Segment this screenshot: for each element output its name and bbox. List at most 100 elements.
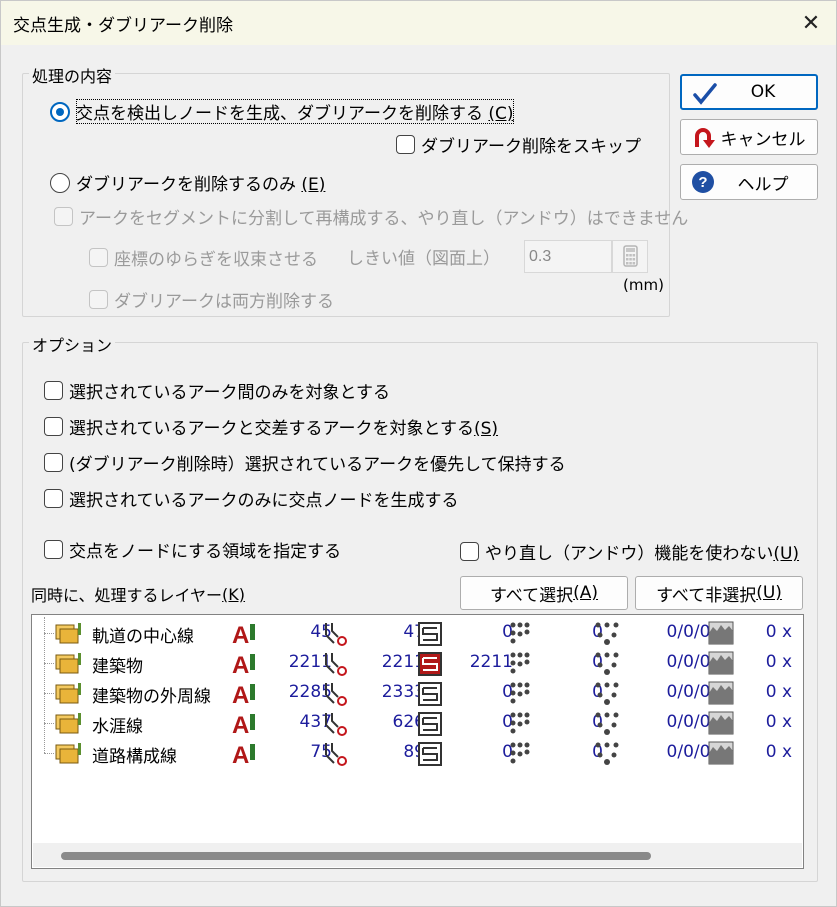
point-count-icon bbox=[510, 712, 530, 734]
checkbox-no-undo[interactable]: やり直し（アンドウ）機能を使わない(U) bbox=[460, 539, 799, 564]
checkbox-crossing-arcs[interactable]: 選択されているアークと交差するアークを対象とする(S) bbox=[44, 414, 498, 439]
scrollbar-thumb[interactable] bbox=[61, 852, 651, 860]
mesh-value: 0 x bbox=[765, 712, 792, 732]
unit-label: (mm) bbox=[623, 276, 664, 294]
checkbox-selected-only[interactable]: 選択されているアーク間のみを対象とする bbox=[44, 378, 390, 403]
polygon-count-icon bbox=[418, 682, 442, 706]
layers-label: 同時に、処理するレイヤー (K) bbox=[31, 584, 246, 606]
checkbox-skip-duplicate-delete[interactable]: ダブリアーク削除をスキップ bbox=[396, 132, 641, 157]
checkbox-selected-only-box[interactable] bbox=[44, 381, 63, 400]
checkbox-converge[interactable]: 座標のゆらぎを収束させる bbox=[89, 245, 318, 270]
checkbox-keep-selected-box[interactable] bbox=[44, 453, 63, 472]
mesh-icon bbox=[708, 741, 734, 765]
polygon-count: 0 bbox=[502, 742, 513, 762]
layer-folder-icon bbox=[55, 683, 81, 704]
checkbox-node-selected-only-box[interactable] bbox=[44, 489, 63, 508]
polygon-count-icon bbox=[418, 622, 442, 646]
cancel-button-label: キャンセル bbox=[720, 129, 806, 150]
node-count-icon bbox=[325, 623, 347, 646]
node-count-icon bbox=[325, 743, 347, 766]
radio-detect-and-delete[interactable]: 交点を検出しノードを生成、ダブリアークを削除する (C) bbox=[50, 99, 514, 124]
node-count: 2211 bbox=[381, 652, 425, 672]
layer-row[interactable]: 建築物の外周線 A 2285 2333 0 0 0/0/0/0 0 x bbox=[32, 678, 802, 708]
checkbox-both-delete-label: ダブリアークは両方削除する bbox=[114, 292, 334, 312]
radio-delete-only-label: ダブリアークを削除するのみ (E) bbox=[76, 175, 326, 195]
checkbox-both-delete[interactable]: ダブリアークは両方削除する bbox=[89, 287, 334, 312]
polygon-count-icon bbox=[418, 652, 442, 676]
ok-button-label: OK bbox=[750, 82, 776, 102]
checkbox-keep-selected[interactable]: (ダブリアーク削除時）選択されているアークを優先して保持する bbox=[44, 450, 566, 475]
svg-text:A: A bbox=[232, 682, 249, 707]
junction-icon bbox=[595, 682, 619, 705]
svg-text:A: A bbox=[232, 742, 249, 767]
checkbox-specify-region[interactable]: 交点をノードにする領域を指定する bbox=[44, 537, 341, 562]
title-bar: 交点生成・ダブリアーク削除 ✕ bbox=[1, 1, 836, 45]
polygon-count: 0 bbox=[502, 712, 513, 732]
checkbox-node-selected-only-label: 選択されているアークのみに交点ノードを生成する bbox=[69, 491, 459, 511]
checkbox-no-undo-box[interactable] bbox=[460, 542, 479, 561]
radio-detect-and-delete-label: 交点を検出しノードを生成、ダブリアークを削除する (C) bbox=[76, 99, 514, 124]
radio-detect-and-delete-indicator[interactable] bbox=[50, 101, 70, 122]
layer-row[interactable]: 建築物 A 2211 2211 2211 0 0/0/0/0 0 x bbox=[32, 648, 802, 678]
checkbox-segment-split[interactable]: アークをセグメントに分割して再構成する、やり直し（アンドウ）はできません bbox=[54, 204, 688, 229]
node-count-icon bbox=[325, 653, 347, 676]
node-count: 2333 bbox=[381, 682, 425, 702]
checkbox-node-selected-only[interactable]: 選択されているアークのみに交点ノードを生成する bbox=[44, 486, 458, 511]
checkbox-specify-region-label: 交点をノードにする領域を指定する bbox=[69, 542, 342, 562]
node-count-icon bbox=[325, 713, 347, 736]
layer-row[interactable]: 軌道の中心線 A 45 47 0 0 0/0/0/0 0 x bbox=[32, 618, 802, 648]
checkbox-keep-selected-label: (ダブリアーク削除時）選択されているアークを優先して保持する bbox=[69, 455, 566, 475]
junction-icon bbox=[595, 652, 619, 675]
close-button[interactable]: ✕ bbox=[786, 1, 836, 45]
point-count-icon bbox=[510, 742, 530, 764]
checkbox-crossing-arcs-box[interactable] bbox=[44, 417, 63, 436]
layer-folder-icon bbox=[55, 713, 81, 734]
calculator-icon bbox=[623, 245, 638, 267]
checkbox-segment-split-box[interactable] bbox=[54, 207, 73, 226]
checkbox-segment-split-label: アークをセグメントに分割して再構成する、やり直し（アンドウ）はできません bbox=[79, 209, 689, 229]
node-count: 47 bbox=[403, 622, 425, 642]
checkbox-specify-region-box[interactable] bbox=[44, 540, 63, 559]
checkbox-selected-only-label: 選択されているアーク間のみを対象とする bbox=[69, 383, 390, 403]
mesh-icon bbox=[708, 651, 734, 675]
mesh-value: 0 x bbox=[765, 682, 792, 702]
layer-name: 建築物の外周線 bbox=[92, 687, 211, 707]
polygon-count-icon bbox=[418, 742, 442, 766]
radio-delete-only-indicator[interactable] bbox=[50, 172, 70, 193]
svg-text:A: A bbox=[232, 652, 249, 677]
checkbox-crossing-arcs-label: 選択されているアークと交差するアークを対象とする(S) bbox=[69, 419, 499, 439]
arc-count-icon: A bbox=[232, 652, 255, 677]
arc-count-icon: A bbox=[232, 682, 255, 707]
arc-count-icon: A bbox=[232, 622, 255, 647]
select-all-button[interactable]: すべて選択 (A) bbox=[460, 576, 628, 610]
junction-icon bbox=[595, 712, 619, 735]
checkbox-both-delete-box[interactable] bbox=[89, 290, 108, 309]
radio-delete-only[interactable]: ダブリアークを削除するのみ (E) bbox=[50, 170, 325, 195]
cancel-button[interactable]: キャンセル bbox=[680, 119, 818, 155]
layer-folder-icon bbox=[55, 623, 81, 644]
layer-row[interactable]: 水涯線 A 437 626 0 0 0/0/0/0 0 x bbox=[32, 708, 802, 738]
help-button[interactable]: ? ヘルプ bbox=[680, 164, 818, 200]
deselect-all-button[interactable]: すべて非選択 (U) bbox=[635, 576, 803, 610]
layer-folder-icon bbox=[55, 653, 81, 674]
ok-button[interactable]: OK bbox=[680, 74, 818, 110]
checkbox-skip-duplicate-delete-box[interactable] bbox=[396, 135, 415, 154]
node-count: 89 bbox=[403, 742, 425, 762]
polygon-count: 2211 bbox=[469, 652, 513, 672]
processing-group-legend: 処理の内容 bbox=[29, 63, 116, 87]
checkbox-converge-box[interactable] bbox=[89, 248, 108, 267]
layer-row[interactable]: 道路構成線 A 75 89 0 0 0/0/0/0 0 x bbox=[32, 738, 802, 768]
window-title: 交点生成・ダブリアーク削除 bbox=[13, 16, 233, 36]
dialog-window: 交点生成・ダブリアーク削除 ✕ 処理の内容 交点を検出しノードを生成、ダブリアー… bbox=[0, 0, 837, 907]
options-group-legend: オプション bbox=[29, 332, 116, 356]
junction-icon bbox=[595, 622, 619, 645]
layer-list[interactable]: 軌道の中心線 A 45 47 0 0 0/0/0/0 0 x 建築物 A 221… bbox=[31, 614, 804, 869]
threshold-input[interactable] bbox=[524, 240, 612, 273]
calculator-button[interactable] bbox=[612, 240, 648, 273]
layer-name: 道路構成線 bbox=[92, 747, 177, 767]
mesh-icon bbox=[708, 681, 734, 705]
polygon-count: 0 bbox=[502, 682, 513, 702]
arc-count-icon: A bbox=[232, 712, 255, 737]
horizontal-scrollbar[interactable] bbox=[33, 843, 802, 867]
polygon-count: 0 bbox=[502, 622, 513, 642]
